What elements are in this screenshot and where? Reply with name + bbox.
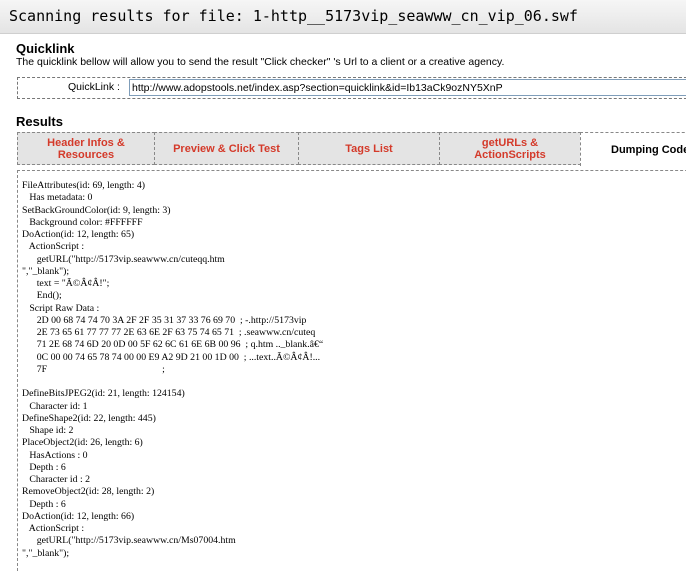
- code-line: Depth : 6: [22, 498, 66, 510]
- tab-dumping-code[interactable]: Dumping Code: [580, 132, 686, 166]
- code-line: FileAttributes(id: 69, length: 4): [22, 180, 145, 191]
- code-line: Character id: 1: [22, 400, 88, 412]
- code-line: DefineShape2(id: 22, length: 445): [22, 412, 156, 424]
- tab-label: getURLs & ActionScripts: [474, 136, 546, 161]
- code-line: ","_blank");: [22, 547, 70, 559]
- quicklink-box: QuickLink :: [17, 77, 686, 99]
- quicklink-description: The quicklink bellow will allow you to s…: [16, 56, 505, 68]
- tab-tags-list[interactable]: Tags List: [298, 132, 440, 165]
- tab-label: Header Infos & Resources: [47, 136, 125, 161]
- tab-geturls-actionscripts[interactable]: getURLs & ActionScripts: [439, 132, 581, 165]
- code-line: DefineBitsJPEG2(id: 21, length: 124154): [22, 388, 185, 400]
- code-line: text = "Ã©Â¢Â­!";: [22, 278, 110, 289]
- code-line: 2E 73 65 61 77 77 77 2E 63 6E 2F 63 75 7…: [22, 327, 316, 338]
- tab-label: Dumping Code: [611, 143, 686, 156]
- code-line: 71 2E 68 74 6D 20 0D 00 5F 62 6C 61 6E 6…: [22, 339, 324, 351]
- code-dump: FileAttributes(id: 69, length: 4) Has me…: [22, 180, 323, 560]
- code-line: PlaceObject2(id: 26, length: 6): [22, 437, 143, 449]
- code-line: Background color: #FFFFFF: [22, 216, 143, 228]
- code-line: 2D 00 68 74 74 70 3A 2F 2F 35 31 37 33 7…: [22, 314, 307, 326]
- tab-preview-click-test[interactable]: Preview & Click Test: [154, 132, 299, 165]
- code-line: HasActions : 0: [22, 449, 88, 461]
- code-line: DoAction(id: 12, length: 65): [22, 229, 135, 240]
- tab-label: Preview & Click Test: [173, 142, 280, 155]
- code-line: Character id : 2: [22, 474, 91, 485]
- code-line: DoAction(id: 12, length: 66): [22, 510, 135, 522]
- tab-header-infos[interactable]: Header Infos & Resources: [17, 132, 155, 165]
- code-line: 0C 00 00 74 65 78 74 00 00 E9 A2 9D 21 0…: [22, 351, 321, 363]
- tab-label: Tags List: [345, 142, 393, 155]
- code-line: getURL("http://5173vip.seawww.cn/Ms07004…: [22, 535, 236, 547]
- code-line: Depth : 6: [22, 461, 66, 473]
- page-title: Scanning results for file: 1-http__5173v…: [0, 0, 686, 34]
- code-line: Has metadata: 0: [22, 192, 93, 204]
- code-line: ","_blank");: [22, 265, 70, 277]
- code-line: ActionScript :: [22, 523, 85, 534]
- results-heading: Results: [16, 114, 63, 129]
- code-line: getURL("http://5173vip.seawww.cn/cuteqq.…: [22, 253, 225, 265]
- code-line: Shape id: 2: [22, 425, 74, 436]
- code-line: RemoveObject2(id: 28, length: 2): [22, 486, 155, 498]
- quicklink-label: QuickLink :: [68, 81, 120, 93]
- code-line: ActionScript :: [22, 241, 85, 253]
- quicklink-url-input[interactable]: [129, 79, 686, 96]
- code-line: Script Raw Data :: [22, 302, 100, 314]
- code-line: 7F ;: [22, 363, 168, 375]
- quicklink-heading: Quicklink: [16, 41, 75, 56]
- code-line: SetBackGroundColor(id: 9, length: 3): [22, 204, 171, 216]
- code-line: End();: [22, 290, 62, 302]
